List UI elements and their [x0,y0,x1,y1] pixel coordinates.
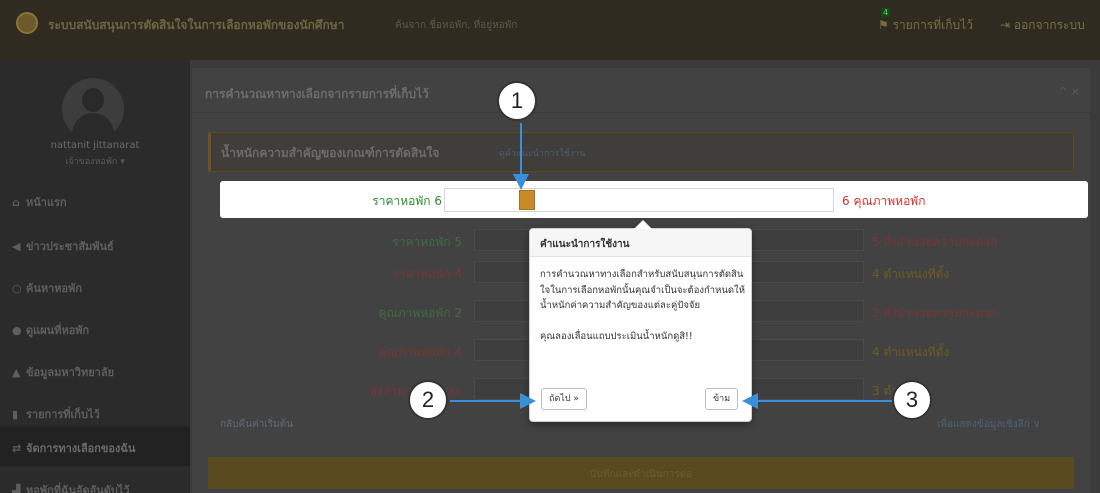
callout-3: 3 [892,380,932,420]
callout-2: 2 [408,380,448,420]
annotation-arrows [450,123,892,409]
callout-1: 1 [497,81,537,121]
